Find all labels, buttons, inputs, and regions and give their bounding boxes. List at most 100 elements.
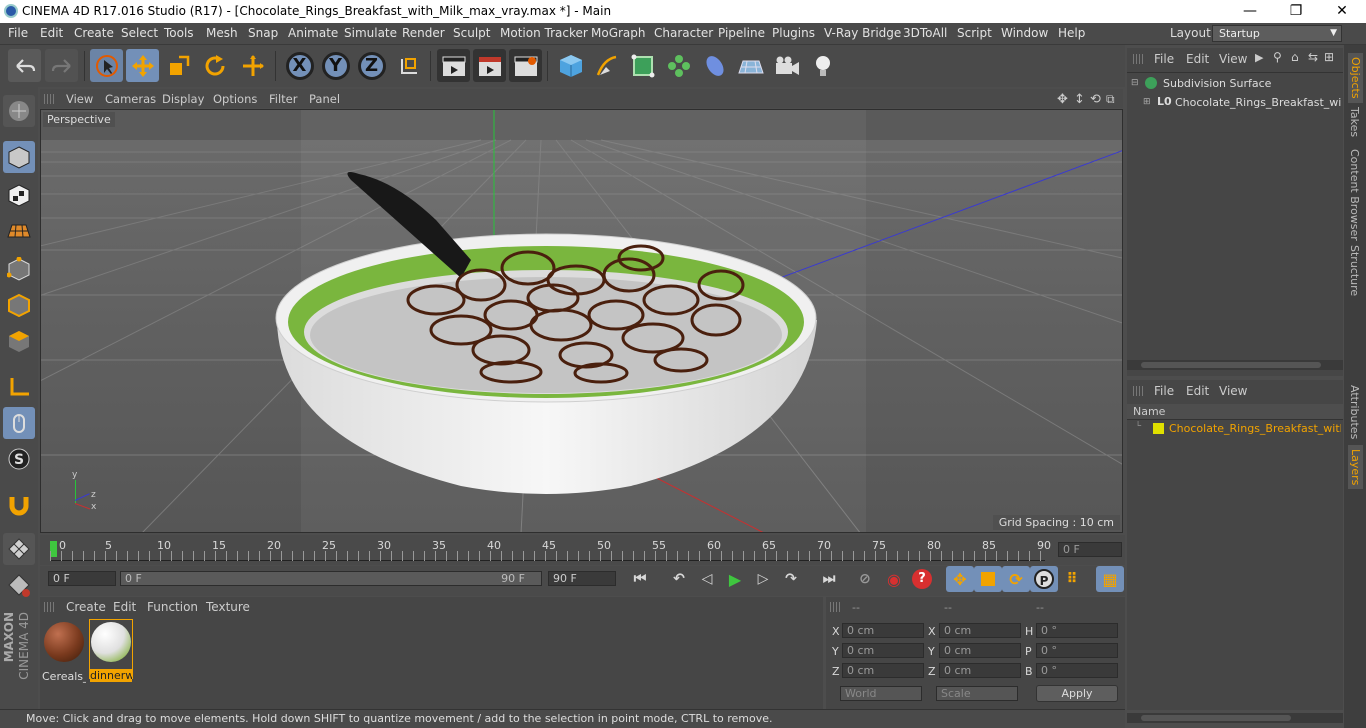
key-rotation-button[interactable]: ⟳ bbox=[1002, 566, 1030, 592]
objects-menu-view[interactable]: View bbox=[1219, 52, 1247, 66]
size-y-field[interactable]: 0 cm bbox=[939, 643, 1021, 658]
redo-button[interactable] bbox=[45, 49, 78, 82]
subdivision-surface-button[interactable] bbox=[626, 49, 659, 82]
polygons-mode-button[interactable] bbox=[3, 325, 35, 357]
menu-mograph[interactable]: MoGraph bbox=[591, 26, 646, 40]
menu-simulate[interactable]: Simulate bbox=[344, 26, 397, 40]
menu-snap[interactable]: Snap bbox=[248, 26, 278, 40]
snap-button[interactable] bbox=[3, 489, 35, 521]
menu-3dtoall[interactable]: 3DToAll bbox=[903, 26, 947, 40]
material-menu-edit[interactable]: Edit bbox=[113, 600, 136, 614]
menu-file[interactable]: File bbox=[8, 26, 28, 40]
viewport-menu-filter[interactable]: Filter bbox=[269, 92, 297, 106]
material-menu-function[interactable]: Function bbox=[147, 600, 198, 614]
material-menu-create[interactable]: Create bbox=[66, 600, 106, 614]
tab-structure[interactable]: Structure bbox=[1348, 245, 1361, 296]
transform-tool-button[interactable] bbox=[236, 49, 269, 82]
rotation-p-field[interactable]: 0 ° bbox=[1036, 643, 1118, 658]
tweak-mode-button[interactable] bbox=[3, 407, 35, 439]
menu-script[interactable]: Script bbox=[957, 26, 992, 40]
material-swatch-dinnerware[interactable]: dinnerw bbox=[89, 619, 133, 682]
undo-button[interactable] bbox=[8, 49, 41, 82]
filter-icon[interactable]: ⇆ bbox=[1308, 50, 1318, 64]
workplane-mode-button[interactable] bbox=[3, 215, 35, 247]
world-dropdown[interactable]: World bbox=[840, 686, 922, 701]
menu-select[interactable]: Select bbox=[121, 26, 158, 40]
floor-object-button[interactable] bbox=[734, 49, 767, 82]
viewport-menu-options[interactable]: Options bbox=[213, 92, 257, 106]
model-mode-button[interactable] bbox=[3, 141, 35, 173]
more-arrow-icon[interactable]: ▶ bbox=[1255, 51, 1263, 64]
name-column-header[interactable]: Name bbox=[1133, 405, 1165, 418]
menu-pipeline[interactable]: Pipeline bbox=[718, 26, 765, 40]
rotation-h-field[interactable]: 0 ° bbox=[1036, 623, 1118, 638]
end-frame-field[interactable]: 90 F bbox=[548, 571, 616, 586]
make-editable-button[interactable] bbox=[3, 95, 35, 127]
viewport-menu-display[interactable]: Display bbox=[162, 92, 204, 106]
menu-help[interactable]: Help bbox=[1058, 26, 1085, 40]
objects-menu-file[interactable]: File bbox=[1154, 52, 1174, 66]
texture-mode-button[interactable] bbox=[3, 179, 35, 211]
key-pla-button[interactable]: ⠿ bbox=[1058, 566, 1086, 592]
menu-tools[interactable]: Tools bbox=[164, 26, 194, 40]
enable-axis-button[interactable] bbox=[3, 371, 35, 403]
next-key-button[interactable]: ↷ bbox=[777, 566, 805, 592]
go-to-start-button[interactable]: ⏮ bbox=[626, 566, 654, 592]
points-mode-button[interactable] bbox=[3, 253, 35, 285]
coordinate-system-button[interactable] bbox=[392, 49, 425, 82]
position-x-field[interactable]: 0 cm bbox=[842, 623, 924, 638]
menu-window[interactable]: Window bbox=[1001, 26, 1048, 40]
maximize-button[interactable]: ❐ bbox=[1273, 0, 1319, 23]
camera-object-button[interactable] bbox=[770, 49, 803, 82]
viewport-dolly-icon[interactable]: ↕ bbox=[1074, 92, 1085, 107]
deformer-button[interactable] bbox=[698, 49, 731, 82]
tab-attributes[interactable]: Attributes bbox=[1348, 385, 1361, 439]
object-row-subdivision-surface[interactable]: ⊟ Subdivision Surface bbox=[1131, 76, 1341, 94]
timeline-window-button[interactable]: ▦ bbox=[1096, 566, 1124, 592]
go-to-end-button[interactable]: ⏭ bbox=[815, 566, 843, 592]
viewport-menu-cameras[interactable]: Cameras bbox=[105, 92, 156, 106]
autokey-button[interactable]: ◉ bbox=[880, 566, 908, 592]
menu-sculpt[interactable]: Sculpt bbox=[453, 26, 490, 40]
scale-dropdown[interactable]: Scale bbox=[936, 686, 1018, 701]
close-button[interactable]: ✕ bbox=[1319, 0, 1365, 23]
key-scale-button[interactable] bbox=[974, 566, 1002, 592]
new-window-icon[interactable]: ⊞ bbox=[1324, 50, 1334, 64]
objects-horizontal-scrollbar[interactable] bbox=[1127, 360, 1343, 370]
previous-frame-button[interactable]: ◁ bbox=[693, 566, 721, 592]
rotation-b-field[interactable]: 0 ° bbox=[1036, 663, 1118, 678]
layers-menu-view[interactable]: View bbox=[1219, 384, 1247, 398]
render-settings-button[interactable] bbox=[509, 49, 542, 82]
size-x-field[interactable]: 0 cm bbox=[939, 623, 1021, 638]
search-icon[interactable]: ⚲ bbox=[1273, 50, 1282, 64]
apply-button[interactable]: Apply bbox=[1036, 685, 1118, 702]
menu-animate[interactable]: Animate bbox=[288, 26, 338, 40]
tab-objects[interactable]: Objects bbox=[1348, 53, 1363, 103]
menu-edit[interactable]: Edit bbox=[40, 26, 63, 40]
menu-vray-bridge[interactable]: V-Ray Bridge bbox=[824, 26, 901, 40]
workplane-lock-button[interactable] bbox=[3, 569, 35, 601]
material-menu-texture[interactable]: Texture bbox=[206, 600, 250, 614]
move-tool-button[interactable] bbox=[126, 49, 159, 82]
objects-menu-edit[interactable]: Edit bbox=[1186, 52, 1209, 66]
viewport-rotate-icon[interactable]: ⟲ bbox=[1090, 92, 1101, 107]
layer-color-swatch[interactable] bbox=[1153, 423, 1164, 434]
frame-range-slider[interactable]: 0 F 90 F bbox=[120, 571, 542, 586]
layout-dropdown[interactable]: Startup ▼ bbox=[1212, 25, 1342, 42]
key-position-button[interactable]: ✥ bbox=[946, 566, 974, 592]
viewport-pan-icon[interactable]: ✥ bbox=[1057, 92, 1068, 107]
start-frame-field[interactable]: 0 F bbox=[48, 571, 116, 586]
size-z-field[interactable]: 0 cm bbox=[939, 663, 1021, 678]
grid-lock-button[interactable] bbox=[3, 533, 35, 565]
lock-z-axis-button[interactable]: Z bbox=[355, 49, 388, 82]
perspective-viewport[interactable]: Perspective Grid Spacing : 10 cm y z x bbox=[40, 109, 1123, 533]
menu-plugins[interactable]: Plugins bbox=[772, 26, 815, 40]
timeline-ruler[interactable]: 0 5 10 15 20 25 30 35 40 45 50 55 60 65 … bbox=[40, 535, 1125, 565]
key-parameter-button[interactable]: P bbox=[1030, 566, 1058, 592]
record-keys-button[interactable]: ⊘ bbox=[851, 566, 879, 592]
render-to-picture-viewer-button[interactable] bbox=[473, 49, 506, 82]
cube-object-button[interactable] bbox=[554, 49, 587, 82]
menu-character[interactable]: Character bbox=[654, 26, 713, 40]
position-y-field[interactable]: 0 cm bbox=[842, 643, 924, 658]
viewport-camera-label[interactable]: Perspective bbox=[43, 112, 115, 127]
